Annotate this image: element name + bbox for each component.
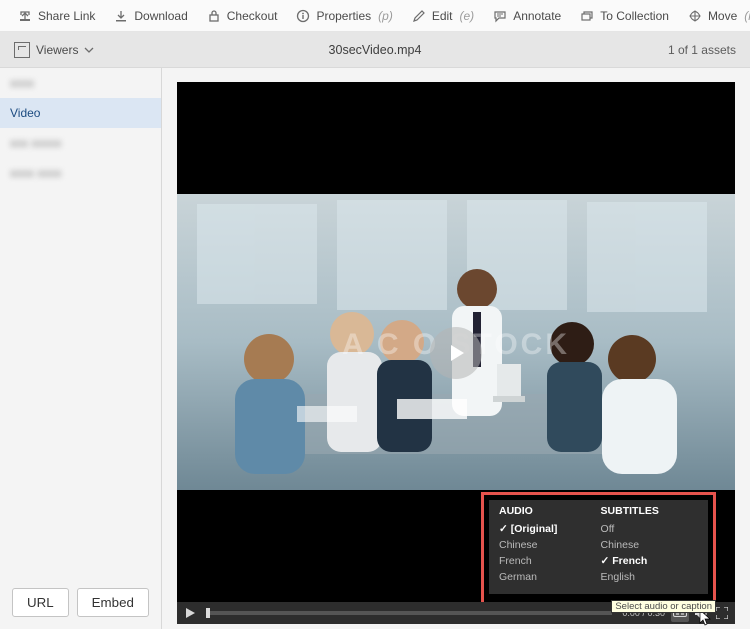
embed-button[interactable]: Embed: [77, 588, 149, 617]
audio-option[interactable]: [Original]: [499, 521, 601, 537]
checkout-label: Checkout: [227, 9, 278, 23]
move-icon: [687, 8, 703, 24]
move-hint: (m): [744, 9, 750, 23]
cc-menu: AUDIO SUBTITLES [Original]OffChineseChin…: [489, 500, 708, 594]
top-toolbar: Share Link Download Checkout Properties …: [0, 0, 750, 32]
sidebar-item-label: xxxx xxxx: [10, 166, 61, 180]
sidebar-item-label: Video: [10, 106, 40, 120]
cc-menu-highlight: AUDIO SUBTITLES [Original]OffChineseChin…: [481, 492, 716, 617]
viewers-dropdown[interactable]: Viewers: [14, 42, 94, 58]
to-collection-label: To Collection: [600, 9, 669, 23]
pencil-icon: [411, 8, 427, 24]
download-icon: [113, 8, 129, 24]
audio-option[interactable]: French: [499, 553, 601, 569]
subtitle-option[interactable]: Chinese: [601, 537, 702, 553]
edit-label: Edit: [432, 9, 453, 23]
properties-hint: (p): [378, 9, 393, 23]
properties-button[interactable]: Properties (p): [286, 3, 401, 29]
move-label: Move: [708, 9, 737, 23]
edit-hint: (e): [460, 9, 475, 23]
stack-icon: [579, 8, 595, 24]
download-label: Download: [134, 9, 187, 23]
chevron-down-icon: [84, 45, 94, 55]
checkout-button[interactable]: Checkout: [197, 3, 287, 29]
seek-handle[interactable]: [206, 608, 210, 618]
subtitle-option[interactable]: French: [601, 553, 702, 569]
play-icon: [445, 342, 467, 364]
stage: A C O STOCK AUDIO SUBTITLES [Original]Of…: [162, 68, 750, 629]
comment-icon: [492, 8, 508, 24]
sidebar-item[interactable]: xxx xxxxx: [0, 128, 161, 158]
properties-label: Properties: [316, 9, 371, 23]
sidebar-item-label: xxxx: [10, 76, 34, 90]
cc-tooltip: Select audio or caption: [611, 600, 716, 613]
sidebar-item-label: xxx xxxxx: [10, 136, 61, 150]
to-collection-button[interactable]: To Collection: [570, 3, 678, 29]
subtitle-option[interactable]: Off: [601, 521, 702, 537]
sidebar: xxxx Video xxx xxxxx xxxx xxxx URL Embed: [0, 68, 162, 629]
sidebar-item[interactable]: xxxx xxxx: [0, 158, 161, 188]
play-overlay-button[interactable]: [430, 327, 482, 379]
main: xxxx Video xxx xxxxx xxxx xxxx URL Embed: [0, 68, 750, 629]
share-link-label: Share Link: [38, 9, 95, 23]
audio-option[interactable]: Chinese: [499, 537, 601, 553]
annotate-label: Annotate: [513, 9, 561, 23]
viewers-icon: [14, 42, 30, 58]
video-player: A C O STOCK AUDIO SUBTITLES [Original]Of…: [177, 82, 735, 624]
sidebar-item[interactable]: xxxx: [0, 68, 161, 98]
viewers-label: Viewers: [36, 43, 78, 57]
asset-count: 1 of 1 assets: [668, 43, 736, 57]
play-button[interactable]: [181, 604, 199, 622]
sidebar-item[interactable]: Video: [0, 98, 161, 128]
info-icon: [295, 8, 311, 24]
download-button[interactable]: Download: [104, 3, 196, 29]
subtitle-option[interactable]: English: [601, 569, 702, 585]
share-link-button[interactable]: Share Link: [8, 3, 104, 29]
subtitles-header: SUBTITLES: [601, 505, 702, 521]
viewer-bar: Viewers 30secVideo.mp4 1 of 1 assets: [0, 32, 750, 68]
lock-icon: [206, 8, 222, 24]
url-button[interactable]: URL: [12, 588, 69, 617]
audio-option[interactable]: German: [499, 569, 601, 585]
annotate-button[interactable]: Annotate: [483, 3, 570, 29]
audio-header: AUDIO: [499, 505, 601, 521]
page-title: 30secVideo.mp4: [329, 43, 422, 57]
move-button[interactable]: Move (m): [678, 3, 750, 29]
share-icon: [17, 8, 33, 24]
seek-bar[interactable]: [206, 611, 612, 615]
edit-button[interactable]: Edit (e): [402, 3, 483, 29]
